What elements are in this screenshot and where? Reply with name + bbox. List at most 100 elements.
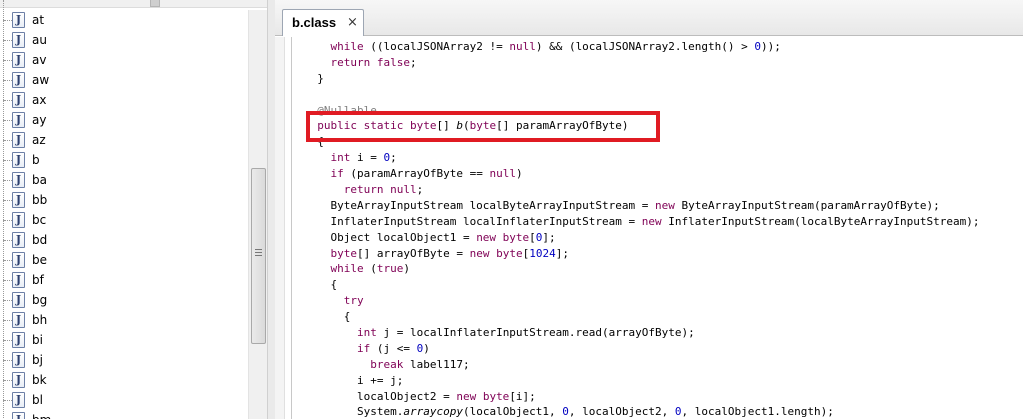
- tree-connector: [3, 360, 4, 380]
- tree-horizontal-scroll-thumb[interactable]: [150, 0, 160, 7]
- java-icon-letter: J: [15, 133, 22, 146]
- code-line: while (true): [304, 261, 980, 277]
- java-icon-letter: J: [15, 393, 22, 406]
- code-token: while: [330, 40, 364, 53]
- java-icon-letter: J: [15, 333, 22, 346]
- code-token: ));: [761, 40, 781, 53]
- tree-item[interactable]: Jbj: [0, 340, 248, 370]
- code-line: if (j <= 0): [304, 341, 980, 357]
- tree-connector: [3, 220, 4, 240]
- tree-item[interactable]: Jba: [0, 160, 248, 190]
- tree-connector: [4, 40, 12, 41]
- code-token: new byte: [476, 230, 530, 244]
- code-editor-panel: b.class × while ((localJSONArray2 != nul…: [275, 0, 1023, 419]
- java-icon-letter: J: [15, 373, 22, 386]
- tree-item[interactable]: Jay: [0, 100, 248, 130]
- tree-connector: [4, 180, 12, 181]
- java-icon-letter: J: [15, 173, 22, 186]
- code-line: break label117;: [304, 357, 980, 373]
- code-token: , localObject1.length);: [681, 405, 834, 419]
- tree-connector: [3, 300, 4, 320]
- java-class-file-icon: J: [12, 212, 25, 228]
- code-token: InflaterInputStream(localByteArrayInputS…: [661, 214, 980, 228]
- tree-connector: [4, 400, 12, 401]
- java-icon-letter: J: [15, 193, 22, 206]
- tree-item[interactable]: Jbi: [0, 320, 248, 350]
- code-token: ];: [542, 230, 556, 244]
- java-class-file-icon: J: [12, 52, 25, 68]
- tree-horizontal-scrollbar[interactable]: [0, 0, 267, 8]
- tree-item[interactable]: Jbm: [0, 400, 248, 419]
- tree-item[interactable]: Jbl: [0, 380, 248, 410]
- tree-connector: [4, 80, 12, 81]
- panel-splitter[interactable]: [267, 0, 275, 419]
- java-class-file-icon: J: [12, 272, 25, 288]
- tree-item-label: b: [32, 153, 40, 167]
- tree-item[interactable]: Jbc: [0, 200, 248, 230]
- code-token: i += j;: [304, 373, 404, 387]
- tree-item[interactable]: Jbf: [0, 260, 248, 290]
- tree-item[interactable]: Jat: [0, 0, 248, 30]
- tree-vertical-scrollbar[interactable]: [248, 10, 267, 419]
- code-line: return false;: [304, 55, 980, 71]
- code-token: if: [356, 341, 371, 355]
- tree-connector: [4, 140, 12, 141]
- code-token: [: [529, 230, 536, 244]
- tree-item[interactable]: Jaz: [0, 120, 248, 150]
- tree-item[interactable]: Jb: [0, 140, 248, 170]
- code-token: , localObject2,: [568, 405, 675, 419]
- java-class-file-icon: J: [12, 192, 25, 208]
- code-token: int: [356, 326, 377, 340]
- code-token: null: [489, 167, 516, 181]
- code-line: return null;: [304, 182, 980, 198]
- code-view[interactable]: while ((localJSONArray2 != null) && (loc…: [275, 37, 1023, 419]
- code-token: System.: [304, 405, 404, 419]
- tree-connector: [3, 260, 4, 280]
- tab-label: b.class: [292, 15, 337, 30]
- code-token: while: [330, 262, 364, 276]
- code-line: if (paramArrayOfByte == null): [304, 166, 980, 182]
- tree-item[interactable]: Jav: [0, 40, 248, 70]
- close-icon[interactable]: ×: [347, 14, 358, 31]
- code-line: int i = 0;: [304, 150, 980, 166]
- java-icon-letter: J: [15, 13, 22, 26]
- tree-item[interactable]: Jau: [0, 20, 248, 50]
- code-token: (: [363, 262, 377, 276]
- tree-connector: [4, 100, 12, 101]
- java-class-file-icon: J: [12, 312, 25, 328]
- code-token: ByteArrayInputStream(paramArrayOfByte);: [674, 198, 940, 212]
- code-line: InflaterInputStream localInflaterInputSt…: [304, 214, 980, 230]
- tree-item[interactable]: Jbg: [0, 280, 248, 310]
- tree-item[interactable]: Jbk: [0, 360, 248, 390]
- tree-connector: [4, 340, 12, 341]
- tree-item[interactable]: Jbe: [0, 240, 248, 270]
- class-tree-list: Jat Jau Jav Jaw Jax Jay Jaz Jb Jba Jbb Jbc Jbd Jbe Jb…: [0, 0, 248, 419]
- java-icon-letter: J: [15, 273, 22, 286]
- tree-item[interactable]: Jbd: [0, 220, 248, 250]
- editor-gutter: [275, 37, 285, 419]
- code-token: byte: [330, 246, 358, 260]
- tree-connector: [3, 120, 4, 140]
- tree-item[interactable]: Jaw: [0, 60, 248, 90]
- tree-vertical-scroll-thumb[interactable]: [251, 168, 266, 344]
- tree-item[interactable]: Jax: [0, 80, 248, 110]
- tree-connector: [3, 140, 4, 160]
- java-icon-letter: J: [15, 313, 22, 326]
- java-class-file-icon: J: [12, 392, 25, 408]
- tree-item-label: az: [32, 133, 46, 147]
- tree-item-label: bd: [32, 233, 48, 247]
- tab-b-class[interactable]: b.class ×: [282, 9, 364, 36]
- tree-item-label: bl: [32, 393, 43, 407]
- tree-connector: [4, 280, 12, 281]
- tree-item-label: bg: [32, 293, 48, 307]
- java-icon-letter: J: [13, 413, 24, 419]
- code-token: localObject2 =: [304, 389, 457, 403]
- tree-connector: [4, 220, 12, 221]
- tree-item[interactable]: Jbb: [0, 180, 248, 210]
- tree-connector: [4, 240, 12, 241]
- tree-item[interactable]: Jbh: [0, 300, 248, 330]
